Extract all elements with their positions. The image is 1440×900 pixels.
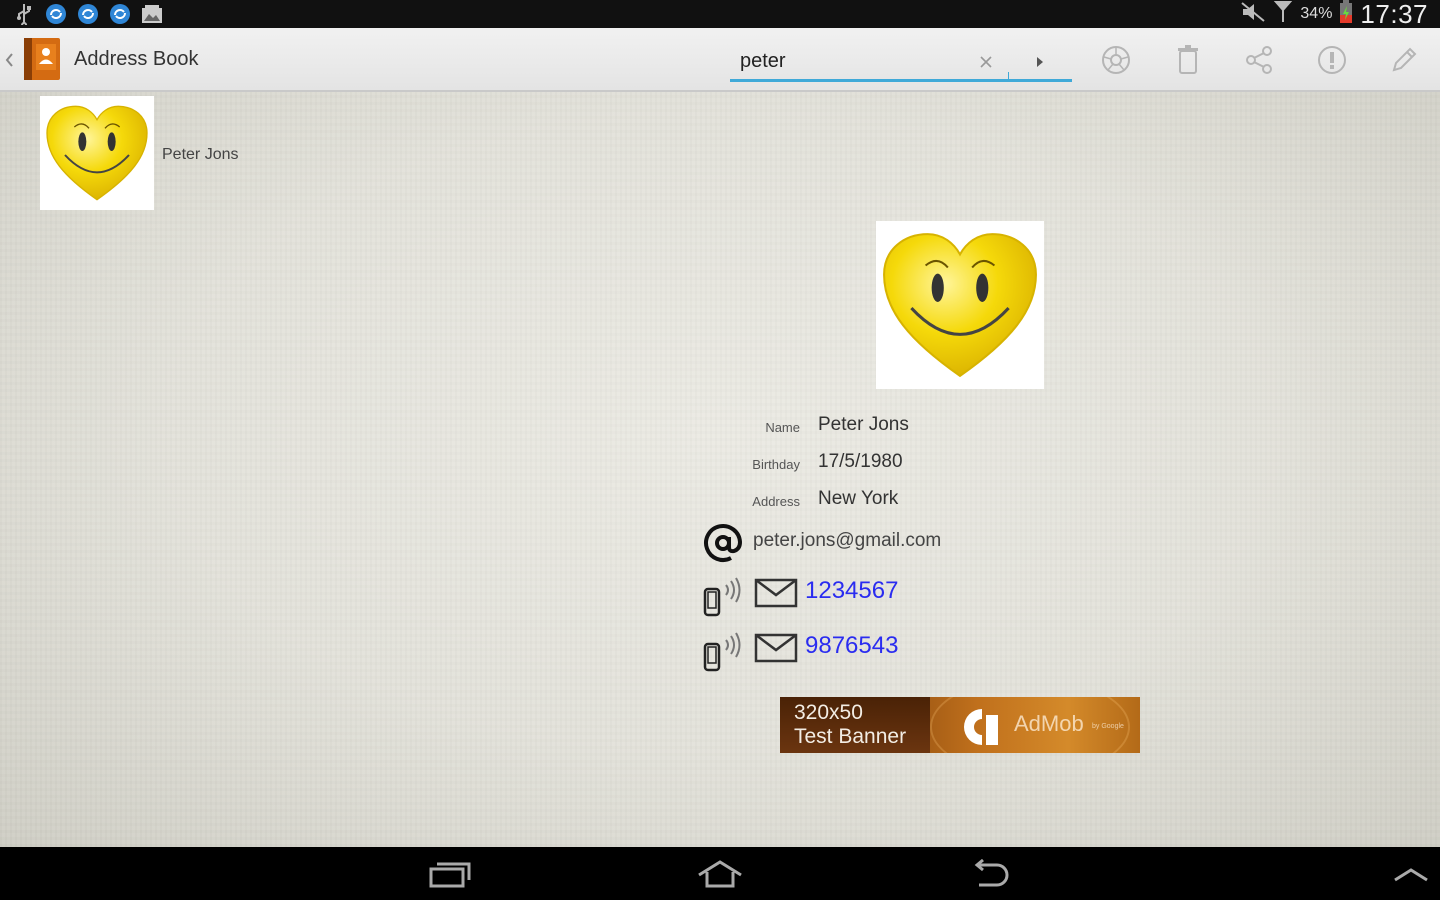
call-phone-icon[interactable] [702, 577, 746, 617]
field-label: Address [752, 494, 800, 509]
email-row[interactable]: peter.jons@gmail.com [702, 522, 1102, 564]
content-area: Peter Jons Name Peter Jons Birthday 17/5… [0, 92, 1440, 847]
email-address[interactable]: peter.jons@gmail.com [753, 530, 941, 552]
home-icon[interactable] [695, 857, 745, 891]
sync-icon [108, 2, 132, 26]
phone-row: 9876543 [702, 630, 1102, 672]
battery-icon [1338, 0, 1354, 28]
usb-icon [12, 2, 36, 26]
recent-apps-icon[interactable] [424, 857, 474, 891]
camera-icon[interactable] [1098, 42, 1134, 78]
ad-by-text: by Google [1092, 723, 1124, 730]
system-status: 34% 17:37 [1240, 0, 1428, 29]
list-item[interactable]: Peter Jons [40, 96, 340, 210]
search-box [730, 42, 1072, 82]
ad-test-text: Test Banner [794, 725, 907, 748]
contact-photo [876, 221, 1044, 389]
field-value: Peter Jons [818, 414, 909, 435]
delete-icon[interactable] [1170, 42, 1206, 78]
ad-brand-text: AdMob [1014, 711, 1084, 736]
search-go-icon[interactable] [1028, 50, 1052, 74]
address-book-app-icon[interactable] [24, 38, 60, 80]
address-field: Address New York [700, 488, 1100, 516]
smiley-heart-icon [46, 105, 148, 201]
search-input[interactable] [730, 42, 980, 80]
up-caret-icon[interactable] [2, 48, 16, 72]
email-at-icon[interactable] [702, 522, 744, 564]
clear-icon[interactable] [974, 50, 998, 74]
sync-icon [44, 2, 68, 26]
phone-number-link[interactable]: 9876543 [805, 632, 898, 660]
share-icon[interactable] [1241, 42, 1277, 78]
app-title: Address Book [74, 48, 199, 70]
notification-icons [12, 2, 164, 26]
back-icon[interactable] [966, 857, 1016, 891]
field-label: Name [765, 420, 800, 435]
clock: 17:37 [1360, 0, 1428, 29]
action-bar: Address Book [0, 28, 1440, 92]
birthday-field: Birthday 17/5/1980 [700, 451, 1100, 479]
name-field: Name Peter Jons [700, 414, 1100, 442]
navigation-bar [0, 847, 1440, 900]
field-value: New York [818, 488, 899, 509]
field-label: Birthday [752, 457, 800, 472]
mute-icon [1240, 1, 1266, 27]
sms-envelope-icon[interactable] [754, 577, 798, 609]
contact-thumbnail [40, 96, 154, 210]
smiley-heart-icon [883, 233, 1037, 378]
chevron-up-icon[interactable] [1386, 857, 1436, 891]
gallery-icon [140, 2, 164, 26]
search-underline [730, 79, 1072, 82]
field-value: 17/5/1980 [818, 451, 903, 472]
edit-icon[interactable] [1386, 42, 1422, 78]
status-bar: 34% 17:37 [0, 0, 1440, 29]
info-icon[interactable] [1314, 42, 1350, 78]
battery-percent: 34% [1300, 5, 1333, 22]
call-phone-icon[interactable] [702, 632, 746, 672]
phone-row: 1234567 [702, 575, 1102, 617]
ad-banner[interactable]: 320x50 Test Banner AdMob by Google [780, 697, 1140, 753]
contact-list-name: Peter Jons [162, 146, 239, 163]
admob-logo-icon [960, 707, 1004, 747]
sms-envelope-icon[interactable] [754, 632, 798, 664]
phone-number-link[interactable]: 1234567 [805, 577, 898, 605]
sync-icon [76, 2, 100, 26]
ad-size-text: 320x50 [794, 701, 863, 724]
signal-icon [1272, 0, 1294, 28]
